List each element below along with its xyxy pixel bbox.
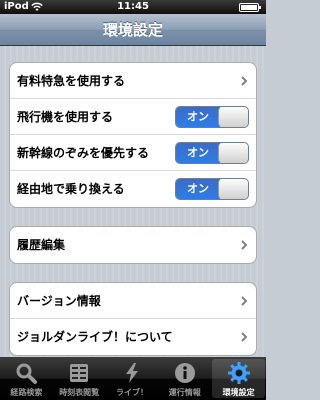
via-transfer-toggle[interactable]: オン [175, 178, 249, 200]
tab-bar: 経路検索 時刻表閲覧 ライブ！ 運行情報 環境設定 [0, 357, 266, 400]
airplane-toggle[interactable]: オン [175, 106, 249, 128]
chevron-right-icon [241, 332, 247, 342]
tab-route-search[interactable]: 経路検索 [0, 357, 53, 400]
row-label: 経由地で乗り換える [17, 182, 125, 196]
chevron-right-icon [241, 240, 247, 250]
row-label: 飛行機を使用する [17, 110, 114, 124]
tab-label: 時刻表閲覧 [59, 388, 100, 397]
toggle-knob [218, 179, 248, 199]
row-label: バージョン情報 [17, 294, 101, 308]
row-label: ジョルダンライブ！について [17, 330, 173, 344]
toggle-on-label: オン [176, 143, 220, 163]
lightning-icon [125, 363, 138, 383]
toggle-on-label: オン [176, 107, 220, 127]
tab-settings[interactable]: 環境設定 [212, 359, 265, 398]
toggle-knob [218, 143, 248, 163]
row-nozomi: 新幹線のぞみを優先する オン [10, 135, 256, 171]
tab-label: 環境設定 [222, 388, 255, 397]
status-bar: iPod 11:45 [0, 0, 266, 14]
row-version[interactable]: バージョン情報 [10, 283, 256, 319]
page-title: 環境設定 [102, 21, 163, 39]
tab-label: ライブ！ [115, 388, 148, 397]
settings-group-history: 履歴編集 [9, 226, 257, 264]
info-icon [174, 363, 195, 383]
settings-list[interactable]: 有料特急を使用する 飛行機を使用する オン 新幹線のぞみを優先する オン 経由地… [0, 46, 266, 357]
magnifier-icon [16, 363, 38, 384]
clock: 11:45 [117, 1, 149, 12]
row-label: 有料特急を使用する [17, 74, 126, 88]
row-label: 新幹線のぞみを優先する [17, 146, 150, 160]
timetable-icon [70, 364, 89, 382]
tab-label: 運行情報 [168, 388, 201, 397]
tab-timetable[interactable]: 時刻表閲覧 [53, 357, 106, 400]
nozomi-toggle[interactable]: オン [175, 142, 249, 164]
tab-live[interactable]: ライブ！ [106, 357, 159, 400]
row-airplane: 飛行機を使用する オン [10, 99, 256, 135]
chevron-right-icon [241, 76, 247, 86]
row-about-jorudan[interactable]: ジョルダンライブ！について [10, 319, 256, 355]
chevron-right-icon [241, 296, 247, 306]
row-history-edit[interactable]: 履歴編集 [10, 227, 256, 263]
settings-group-route: 有料特急を使用する 飛行機を使用する オン 新幹線のぞみを優先する オン 経由地… [9, 62, 257, 208]
row-label: 履歴編集 [17, 238, 66, 252]
settings-group-about: バージョン情報 ジョルダンライブ！について [9, 282, 257, 356]
tab-label: 経路検索 [10, 388, 43, 397]
toggle-on-label: オン [176, 179, 220, 199]
tab-service-info[interactable]: 運行情報 [158, 357, 211, 400]
navigation-bar: 環境設定 [0, 14, 266, 46]
toggle-knob [218, 107, 248, 127]
gear-icon [227, 362, 250, 384]
row-paid-express[interactable]: 有料特急を使用する [10, 63, 256, 99]
row-via-transfer: 経由地で乗り換える オン [10, 171, 256, 207]
battery-icon [239, 3, 261, 12]
